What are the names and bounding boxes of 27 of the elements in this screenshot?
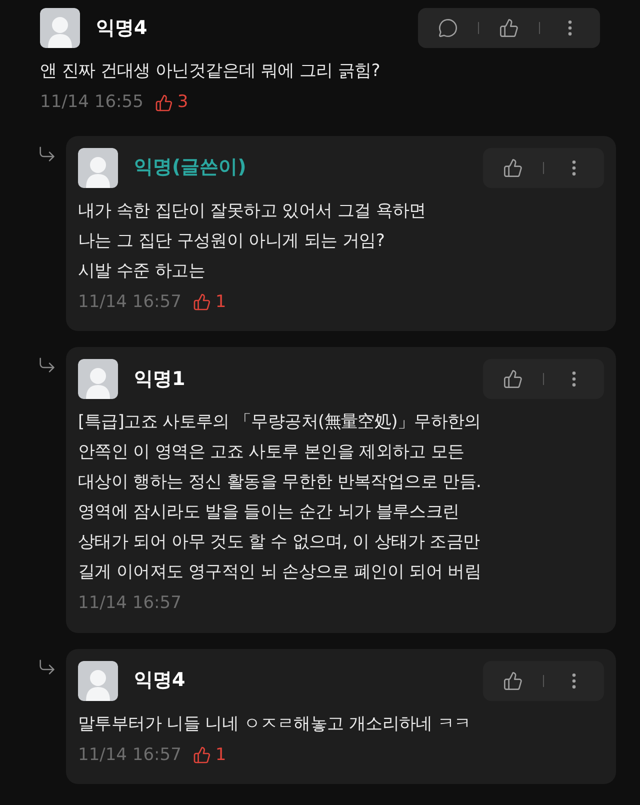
comment-text: 앤 진짜 건대생 아닌것같은데 뭐에 그리 긁힘?	[40, 60, 381, 83]
avatar-icon	[78, 660, 118, 700]
like-count: 1	[215, 290, 226, 314]
timestamp: 11/14 16:57	[78, 592, 182, 615]
thumbs-up-icon[interactable]	[499, 18, 519, 38]
like-count-icon	[155, 94, 174, 112]
comment-text: 말투부터가 니들 니네 ㅇㅈㄹ해놓고 개소리하네 ㅋㅋ	[78, 712, 472, 736]
thumbs-up-icon[interactable]	[503, 369, 523, 389]
comment-text: [특급]고죠 사토루의 「무량공처(無量空処)」무하한의 안쪽인 이 영역은 고죠 사토루 본인을 제외하고 모든 대상이 행하는 정신 활동을 무한한 반복작업으로 만듬. 영역에 잠시라도 발을 들이는 순간 뇌가 블루스크린 상태가 되어 아무 것도 할 수 없으며, 이 상태가 조금만 길게 이어져도 영구적인 뇌 손상으로 폐인이 되어 버림	[78, 411, 482, 584]
author-name: 익명4	[96, 16, 148, 41]
comment-icon[interactable]	[438, 18, 458, 38]
thumbs-up-icon[interactable]	[503, 670, 523, 690]
avatar-icon	[78, 359, 118, 399]
author-name: 익명4	[134, 668, 186, 694]
like-count-icon	[193, 746, 212, 764]
author-name: 익명(글쓴이)	[134, 155, 246, 180]
comment-text: 내가 속한 집단이 잘못하고 있어서 그걸 욕하면 나는 그 집단 구성원이 아니게 되는 거임? 시발 수준 하고는	[78, 200, 427, 282]
avatar-icon	[78, 148, 118, 188]
author-name: 익명1	[134, 366, 186, 392]
thumbs-up-icon[interactable]	[503, 158, 523, 178]
like-count-icon	[193, 293, 212, 312]
like-count: 3	[177, 91, 188, 114]
timestamp: 11/14 16:57	[78, 290, 182, 314]
avatar-icon	[40, 8, 80, 48]
timestamp: 11/14 16:57	[78, 744, 182, 766]
like-count: 1	[215, 744, 226, 766]
timestamp: 11/14 16:55	[40, 91, 144, 114]
